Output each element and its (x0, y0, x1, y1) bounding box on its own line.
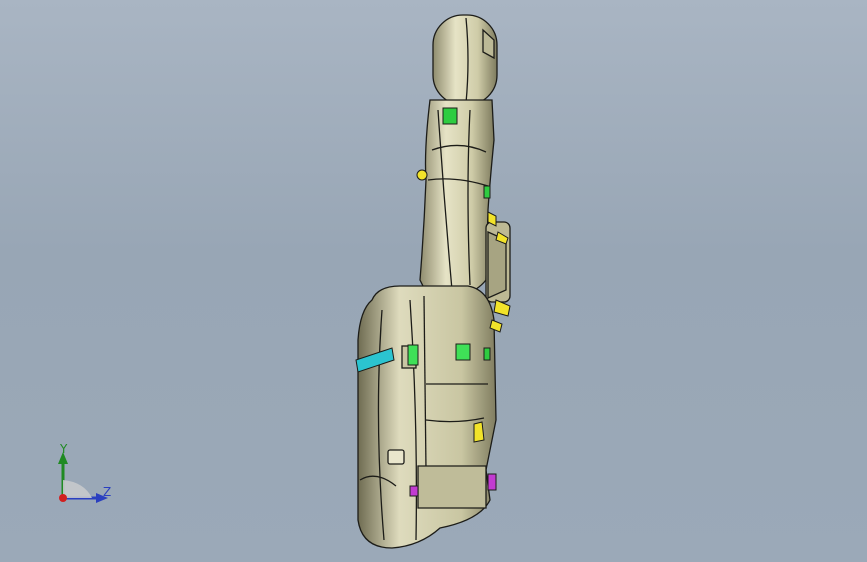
axis-triad (58, 452, 108, 503)
origin-point (59, 494, 67, 502)
xy-plane-wedge (63, 480, 92, 498)
y-axis-label: Y (60, 442, 68, 456)
robot-base[interactable] (357, 285, 497, 549)
z-axis-label: Z (103, 485, 112, 499)
robot-arm-model[interactable] (0, 0, 867, 562)
green-connector-top (442, 107, 458, 125)
upper-arm[interactable] (419, 99, 495, 301)
3d-viewport[interactable]: Y Z (0, 0, 867, 562)
arm-head[interactable] (432, 14, 498, 106)
